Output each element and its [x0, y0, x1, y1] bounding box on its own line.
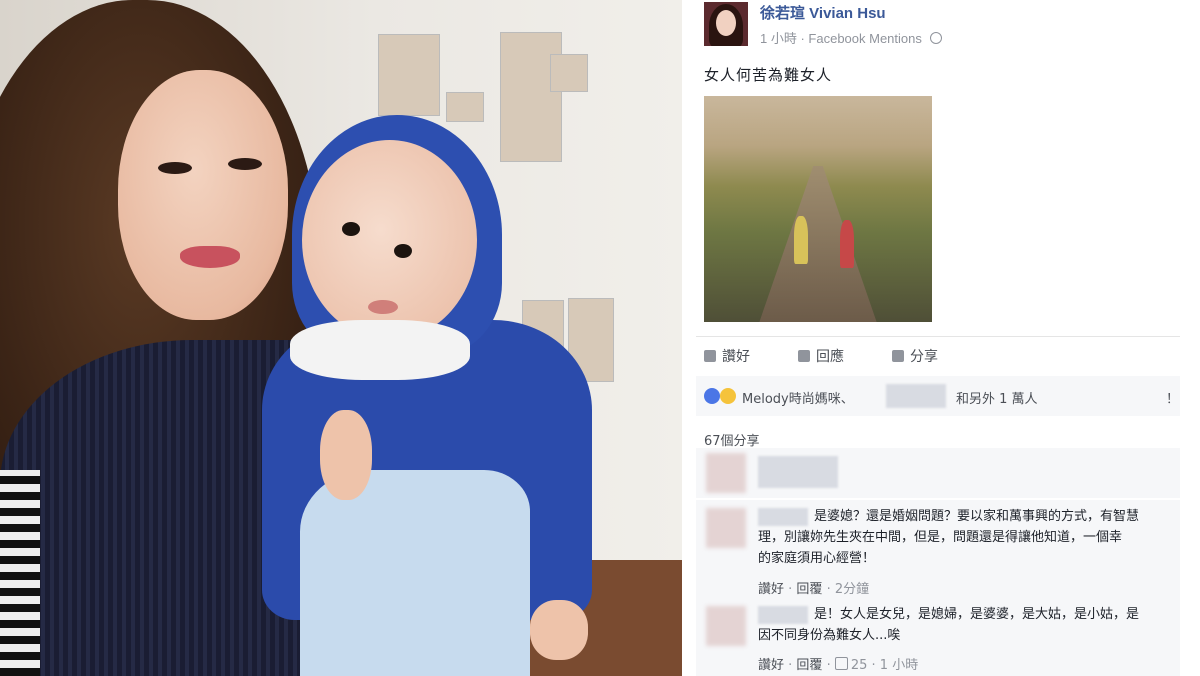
post-actions: 讚好 回應 分享: [704, 346, 1184, 366]
blurred-name: [758, 456, 838, 488]
woman-face: [118, 70, 288, 320]
post-meta: 1 小時 · Facebook Mentions: [760, 28, 942, 47]
shares-count[interactable]: 67個分享: [704, 430, 760, 449]
comment-reply-link[interactable]: 回覆: [796, 582, 822, 597]
woman-eye-right: [228, 158, 262, 170]
comment-placeholder: [696, 448, 1180, 498]
baby-blanket: [300, 470, 530, 676]
comment-label: 回應: [816, 349, 844, 365]
comment-actions: 讚好 · 回覆 · 25 · 1 小時: [758, 657, 919, 673]
thumbs-up-icon: [704, 350, 716, 362]
comment-line: 因不同身份為難女人...唉: [758, 628, 901, 643]
comment-text: 是婆媳？還是婚姻問題？要以家和萬事興的方式，有智慧 理，別讓妳先生夾在中間，但是…: [758, 506, 1178, 569]
globe-icon: [929, 32, 942, 44]
woman-lips: [180, 246, 240, 268]
reaction-more: ！: [1166, 392, 1180, 407]
comment-like-link[interactable]: 讚好: [758, 582, 784, 597]
blurred-avatar: [706, 453, 746, 493]
post-author-name[interactable]: 徐若瑄 Vivian Hsu: [760, 2, 886, 23]
comment-line: 的家庭須用心經營！: [758, 551, 876, 566]
comment-line: 是！女人是女兒，是媳婦，是婆婆，是大姑，是小姑，是: [814, 607, 1140, 622]
road: [758, 166, 878, 322]
like-label: 讚好: [722, 349, 750, 365]
comment-item: 是婆媳？還是婚姻問題？要以家和萬事興的方式，有智慧 理，別讓妳先生夾在中間，但是…: [696, 500, 1180, 600]
girl-right: [840, 220, 854, 268]
post-image[interactable]: [704, 96, 932, 322]
facebook-post-panel: 徐若瑄 Vivian Hsu 1 小時 · Facebook Mentions …: [682, 0, 1200, 676]
comment-line: 是婆媳？還是婚姻問題？要以家和萬事興的方式，有智慧: [814, 509, 1140, 524]
girl-left: [794, 216, 808, 264]
wall-photo: [500, 32, 562, 162]
comment-actions: 讚好 · 回覆 · 2分鐘: [758, 582, 870, 597]
sad-reaction-icon: [720, 388, 736, 404]
comment-like-link[interactable]: 讚好: [758, 658, 784, 673]
comment-item: 是！女人是女兒，是媳婦，是婆婆，是大姑，是小姑，是 因不同身份為難女人...唉 …: [696, 600, 1180, 676]
comment-time[interactable]: 2分鐘: [835, 582, 869, 597]
baby-bib: [290, 320, 470, 380]
reactions-bar[interactable]: Melody時尚媽咪、 和另外 1 萬人 ！: [696, 376, 1180, 416]
photo-mother-baby: [0, 0, 682, 676]
like-button[interactable]: 讚好: [704, 346, 750, 366]
striped-shirt: [0, 470, 40, 676]
wall-photo: [378, 34, 440, 116]
baby-hand: [530, 600, 588, 660]
post-text: 女人何苦為難女人: [704, 66, 833, 84]
post-source[interactable]: Facebook Mentions: [808, 31, 921, 46]
avatar[interactable]: [704, 2, 748, 46]
like-count-icon: [834, 657, 848, 670]
share-arrow-icon: [892, 350, 904, 362]
comment-button[interactable]: 回應: [798, 346, 844, 366]
reaction-others[interactable]: 和另外 1 萬人: [956, 388, 1038, 407]
comment-time[interactable]: 1 小時: [880, 658, 918, 673]
baby-face: [302, 140, 477, 340]
avatar-face: [716, 10, 736, 36]
like-reaction-icon: [704, 388, 720, 404]
share-label: 分享: [910, 349, 938, 365]
comment-like-count[interactable]: 25: [851, 658, 868, 673]
wall-photo: [550, 54, 588, 92]
commenter-avatar[interactable]: [706, 606, 746, 646]
reaction-names[interactable]: Melody時尚媽咪、: [742, 388, 854, 407]
baby-eye-left: [342, 222, 360, 236]
wall-photo: [446, 92, 484, 122]
baby-mouth: [368, 300, 398, 314]
post-time[interactable]: 1 小時: [760, 31, 797, 46]
baby-eye-right: [394, 244, 412, 258]
comment-reply-link[interactable]: 回覆: [796, 658, 822, 673]
woman-hand: [320, 410, 372, 500]
share-button[interactable]: 分享: [892, 346, 938, 366]
comment-text: 是！女人是女兒，是媳婦，是婆婆，是大姑，是小姑，是 因不同身份為難女人...唉: [758, 604, 1178, 646]
blurred-name: [886, 384, 946, 408]
comment-icon: [798, 350, 810, 362]
comment-line: 理，別讓妳先生夾在中間，但是，問題還是得讓他知道，一個幸: [758, 530, 1123, 545]
woman-eye-left: [158, 162, 192, 174]
commenter-avatar[interactable]: [706, 508, 746, 548]
divider: [696, 336, 1180, 337]
